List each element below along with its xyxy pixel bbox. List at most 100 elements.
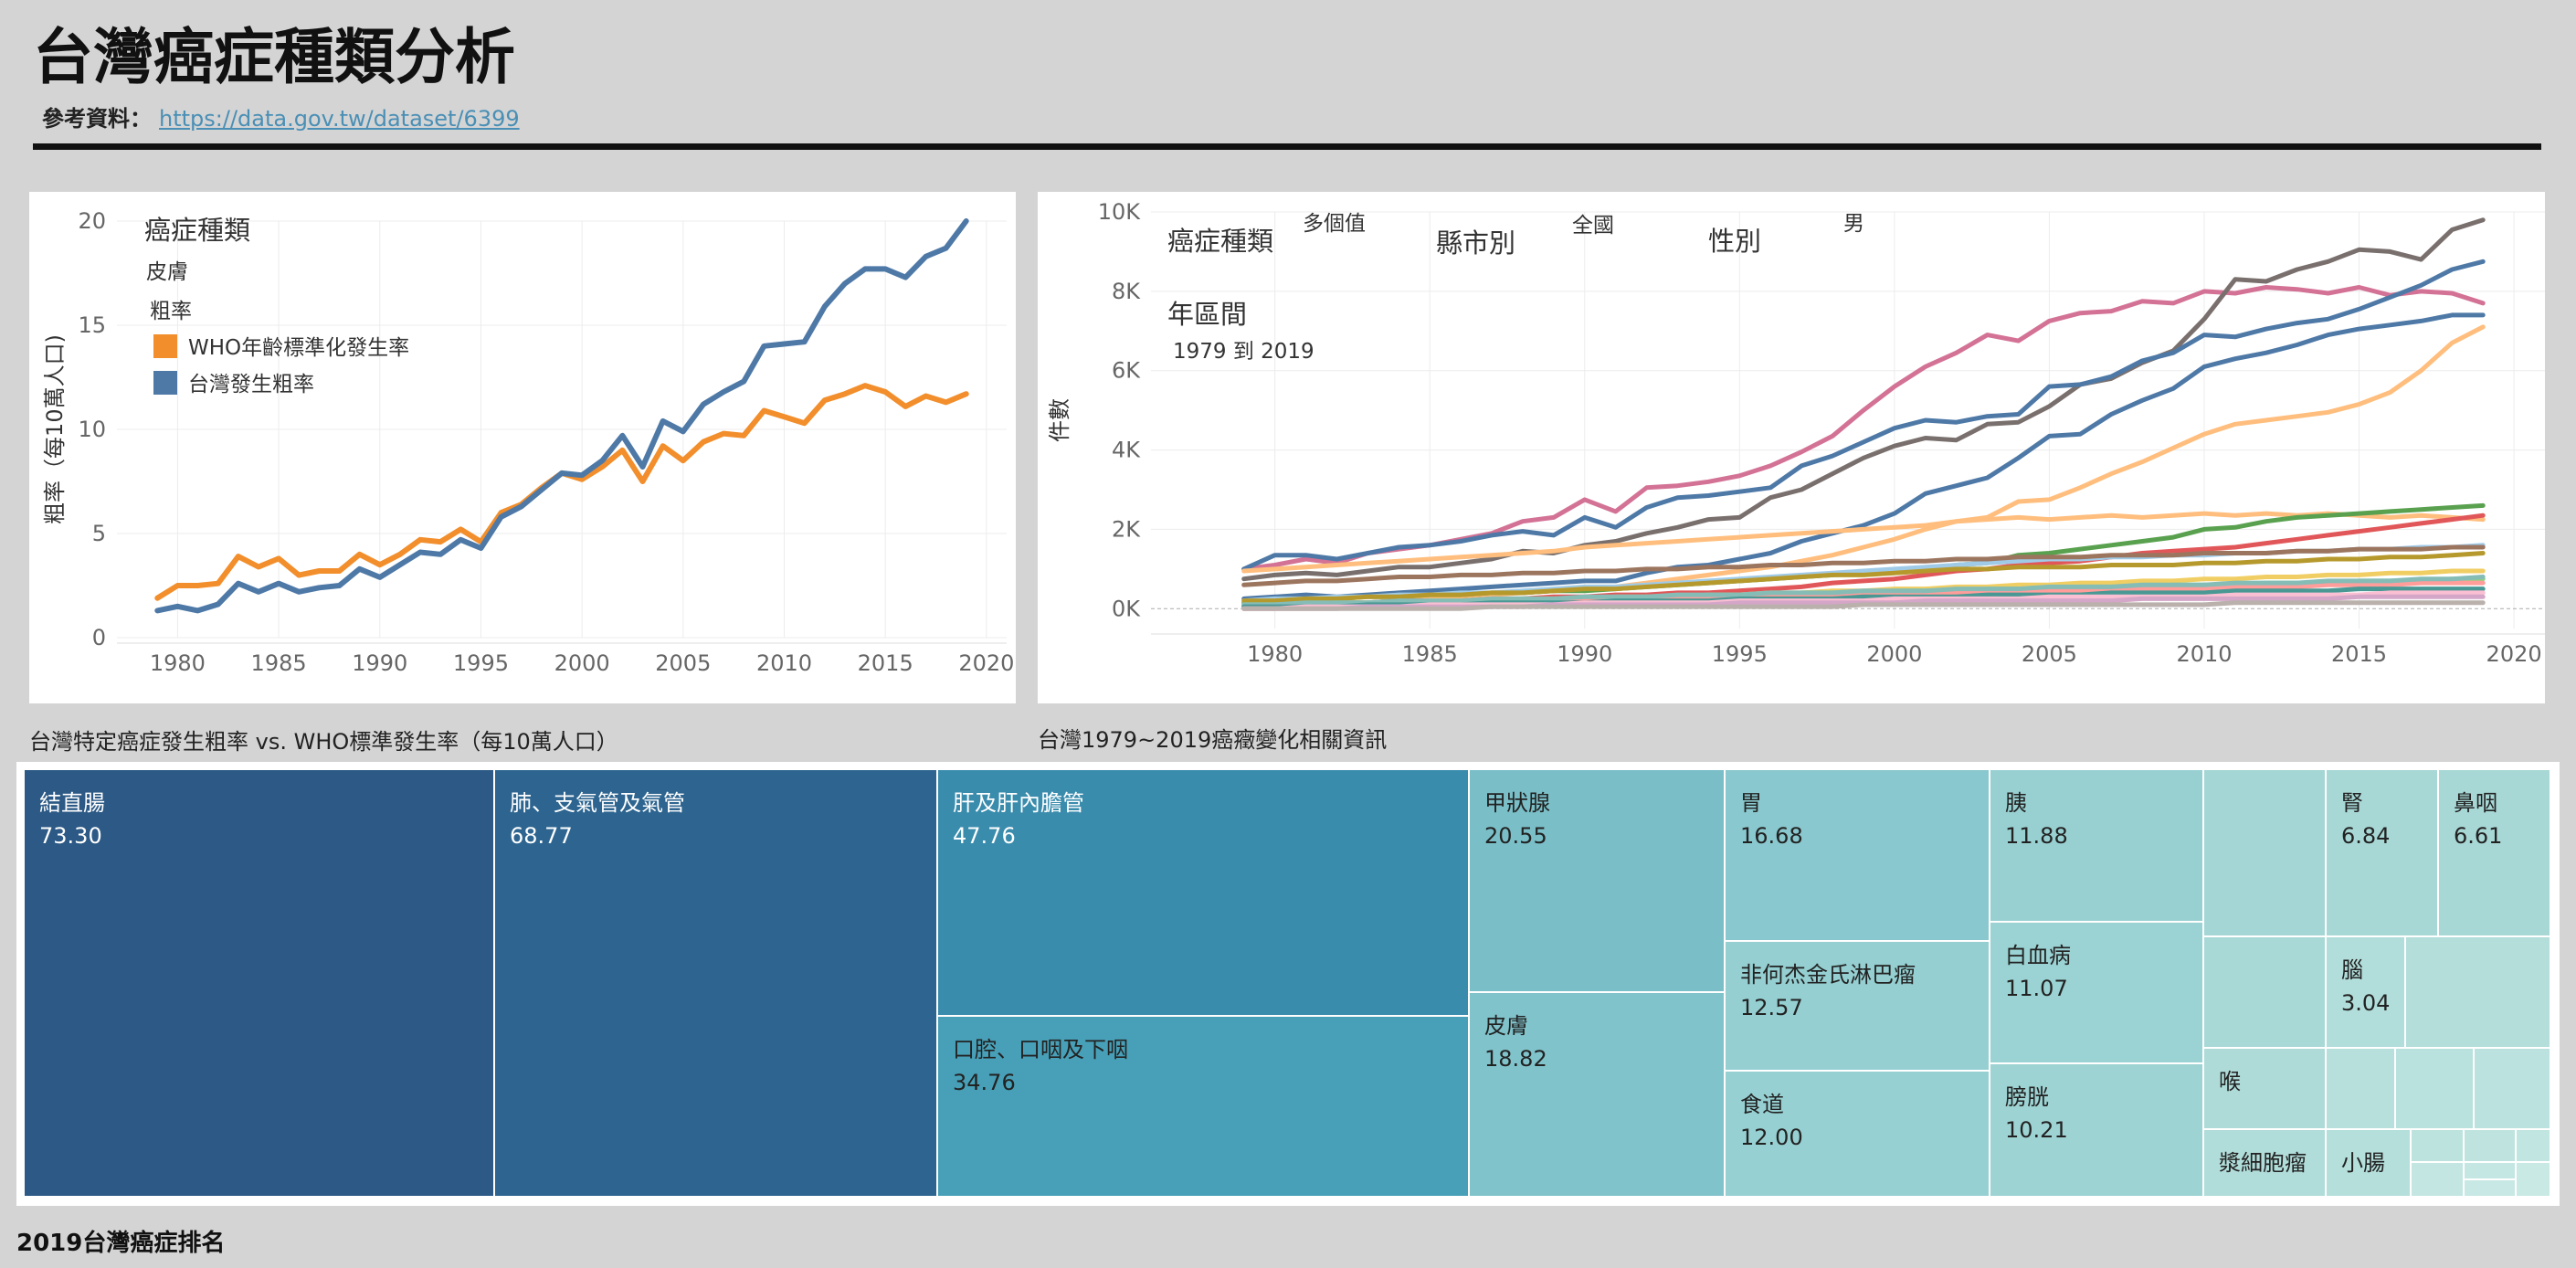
x-tick-label: 1980 (150, 650, 206, 676)
treemap-cell-label: 甲狀腺 (1484, 790, 1550, 816)
reference-link[interactable]: https://data.gov.tw/dataset/6399 (159, 106, 520, 132)
y-tick-label: 5 (92, 521, 106, 546)
treemap-cell-small[interactable] (2326, 1048, 2395, 1129)
treemap-cell[interactable]: 腎 6.84 (2326, 769, 2438, 936)
count-chart-caption: 台灣1979~2019癌癥變化相關資訊 (1038, 727, 1388, 753)
x-tick-label: 1995 (453, 650, 509, 676)
treemap-cell-value: 34.76 (953, 1070, 1016, 1095)
treemap-cell-label: 鼻咽 (2454, 790, 2497, 816)
x-tick-label: 2000 (1866, 641, 1922, 667)
treemap-cell[interactable]: 皮膚 18.82 (1469, 992, 1725, 1197)
treemap-cell-small[interactable] (2395, 1048, 2474, 1129)
treemap-cell-small[interactable] (2464, 1179, 2516, 1197)
treemap-cell[interactable]: 肺、支氣管及氣管 68.77 (494, 769, 937, 1197)
treemap-cell-label: 膀胱 (2005, 1084, 2049, 1110)
treemap-cell-value: 12.57 (1740, 995, 1803, 1020)
rate-line-chart[interactable]: 1980 1985 1990 1995 2000 2005 2010 2015 20200510… (29, 192, 1016, 703)
treemap-cell-label: 胃 (1740, 790, 1762, 816)
legend-item-label: 台灣發生粗率 (188, 373, 314, 396)
reference-label: 參考資料： (42, 106, 152, 132)
treemap-cell-small[interactable] (2411, 1129, 2464, 1162)
treemap-caption: 2019台灣癌症排名 (16, 1230, 226, 1257)
y-axis-label: 件數 (1047, 398, 1072, 442)
treemap-area[interactable]: 結直腸 73.30 肺、支氣管及氣管 68.77 肝及肝內膽管 47.76 口腔、口咽及下咽… (24, 769, 2550, 1197)
filter-value: 1979 到 2019 (1173, 340, 1314, 364)
y-tick-label: 4K (1112, 438, 1141, 463)
treemap-cell[interactable]: 胃 16.68 (1725, 769, 1990, 941)
count-line-chart[interactable]: 1980 1985 1990 1995 2000 2005 2010 2015 2020 0K 2K… (1038, 192, 2545, 703)
x-tick-label: 2015 (858, 650, 913, 676)
treemap-cell[interactable]: 胰 11.88 (1990, 769, 2203, 922)
legend-subtitle: 粗率 (150, 300, 192, 323)
page-title: 台灣癌症種類分析 (33, 22, 515, 92)
legend-swatch (153, 334, 177, 358)
treemap-cell-label: 肺、支氣管及氣管 (510, 790, 685, 816)
treemap-cell-small[interactable] (2203, 936, 2326, 1048)
treemap-cell-label: 食道 (1740, 1092, 1784, 1117)
treemap-cell[interactable]: 結直腸 73.30 (24, 769, 494, 1197)
y-axis-label: 粗率（每10萬人口) (42, 334, 68, 524)
treemap-cell-label: 腎 (2341, 790, 2363, 816)
treemap-cell-small[interactable] (2516, 1129, 2550, 1162)
y-tick-label: 6K (1112, 358, 1141, 384)
treemap-cell-small[interactable] (2464, 1129, 2516, 1162)
y-tick-label: 10 (78, 417, 106, 442)
treemap-cell-value: 3.04 (2341, 990, 2391, 1016)
treemap-cell-value: 11.88 (2005, 823, 2068, 849)
treemap-cell-small[interactable] (2474, 1048, 2550, 1129)
treemap-cell-label: 非何杰金氏淋巴瘤 (1740, 962, 1916, 988)
treemap-cell-value: 73.30 (39, 823, 102, 849)
filter-value: 全國 (1572, 214, 1614, 238)
treemap-cell-small[interactable] (2405, 936, 2550, 1048)
x-tick-label: 1990 (352, 650, 407, 676)
y-tick-label: 0 (92, 625, 106, 650)
rate-chart-panel[interactable]: 1980 1985 1990 1995 2000 2005 2010 2015 2020 0 5 10… (29, 192, 1016, 703)
y-tick-label: 2K (1112, 516, 1141, 542)
treemap-cell[interactable]: 非何杰金氏淋巴瘤 12.57 (1725, 941, 1990, 1071)
x-tick-label: 2005 (2022, 641, 2077, 667)
treemap-cell[interactable]: 鼻咽 6.61 (2438, 769, 2550, 936)
count-chart-panel[interactable]: 1980 1985 1990 1995 2000 2005 2010 2015 2020 0K 2K… (1038, 192, 2545, 703)
treemap-cell[interactable]: 小腸 (2326, 1129, 2411, 1197)
x-tick-label: 2020 (958, 650, 1014, 676)
treemap-cell[interactable]: 肝及肝內膽管 47.76 (937, 769, 1469, 1016)
treemap-cell-label: 漿細胞瘤 (2219, 1150, 2307, 1176)
treemap-cell-label: 皮膚 (1484, 1013, 1528, 1039)
x-tick-label: 2010 (756, 650, 812, 676)
treemap-cell-label: 胰 (2005, 790, 2027, 816)
treemap-cell[interactable]: 喉 (2203, 1048, 2326, 1129)
filter-value: 男 (1843, 212, 1864, 236)
treemap-cell-value: 12.00 (1740, 1125, 1803, 1150)
y-tick-label: 20 (78, 208, 106, 234)
title-divider (33, 143, 2541, 150)
cancer-ranking-treemap[interactable]: 結直腸 73.30 肺、支氣管及氣管 68.77 肝及肝內膽管 47.76 口腔、口咽及下咽… (16, 762, 2560, 1206)
x-tick-label: 1990 (1557, 641, 1612, 667)
treemap-cell-label: 白血病 (2005, 943, 2071, 968)
treemap-cell-value: 18.82 (1484, 1046, 1547, 1072)
treemap-cell[interactable]: 漿細胞瘤 (2203, 1129, 2326, 1197)
treemap-cell-small[interactable] (2516, 1162, 2550, 1197)
treemap-cell-value: 6.84 (2341, 823, 2391, 849)
treemap-cell-value: 11.07 (2005, 976, 2068, 1001)
y-tick-label: 8K (1112, 279, 1141, 304)
treemap-cell-label: 肝及肝內膽管 (953, 790, 1084, 816)
treemap-cell-small[interactable] (2411, 1162, 2464, 1197)
x-tick-label: 1995 (1712, 641, 1768, 667)
y-tick-label: 0K (1112, 596, 1141, 621)
treemap-cell[interactable]: 甲狀腺 20.55 (1469, 769, 1725, 992)
filter-label: 縣市別 (1436, 227, 1515, 259)
treemap-cell-label: 口腔、口咽及下咽 (953, 1037, 1128, 1062)
treemap-cell[interactable]: 膀胱 10.21 (1990, 1063, 2203, 1197)
x-tick-label: 2000 (554, 650, 610, 676)
legend-title: 癌症種類 (144, 215, 250, 246)
treemap-cell-small[interactable] (2464, 1162, 2516, 1179)
treemap-cell[interactable]: 腦 3.04 (2326, 936, 2405, 1048)
treemap-cell[interactable]: 口腔、口咽及下咽 34.76 (937, 1016, 1469, 1197)
x-tick-label: 2010 (2176, 641, 2232, 667)
x-tick-label: 2020 (2486, 641, 2542, 667)
treemap-cell-small[interactable] (2203, 769, 2326, 936)
treemap-cell[interactable]: 白血病 11.07 (1990, 922, 2203, 1063)
treemap-cell[interactable]: 食道 12.00 (1725, 1071, 1990, 1197)
rate-chart-caption: 台灣特定癌症發生粗率 vs. WHO標準發生率（每10萬人口） (29, 729, 618, 755)
x-tick-label: 1985 (251, 650, 307, 676)
